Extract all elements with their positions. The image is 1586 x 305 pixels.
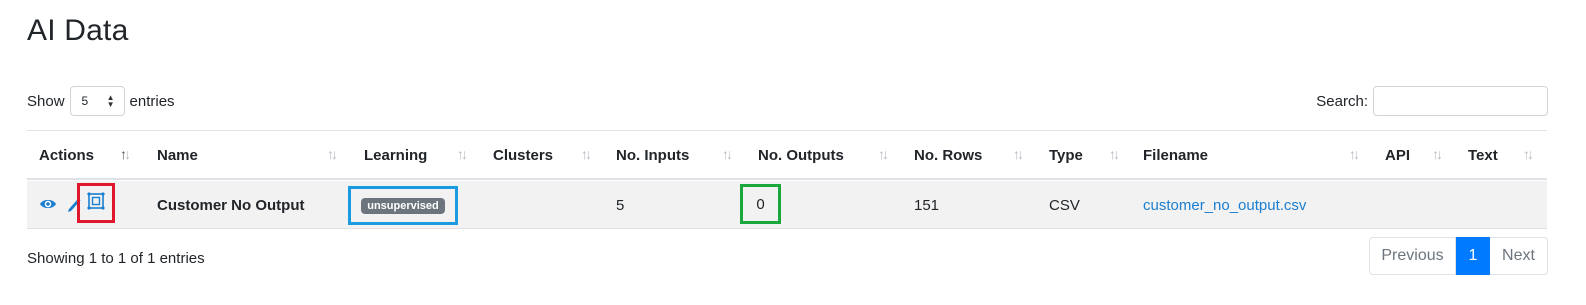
sort-icon[interactable]: ↑↓: [1523, 146, 1534, 162]
pagination: Previous 1 Next: [1369, 237, 1548, 275]
select-arrows-icon: ▲ ▼: [106, 93, 115, 109]
sort-icon[interactable]: ↑↓: [1109, 146, 1120, 162]
table-info: Showing 1 to 1 of 1 entries: [27, 250, 205, 267]
sort-icon[interactable]: ↑↓: [1013, 146, 1024, 162]
cell-rows: 151: [914, 196, 940, 214]
filename-link[interactable]: customer_no_output.csv: [1143, 181, 1306, 229]
column-header-learning[interactable]: Learning: [364, 131, 427, 179]
page-1-button[interactable]: 1: [1456, 237, 1490, 275]
table-header: Actions ↑↓ Name ↑↓ Learning ↑↓ Clusters …: [27, 130, 1547, 180]
cell-outputs: 0: [756, 195, 765, 213]
entries-select-value: 5: [81, 94, 89, 108]
search-input[interactable]: [1373, 86, 1548, 116]
column-header-type[interactable]: Type: [1049, 131, 1083, 179]
sort-icon[interactable]: ↑↓: [878, 146, 889, 162]
next-button[interactable]: Next: [1490, 237, 1548, 275]
model-button[interactable]: [77, 183, 115, 223]
sort-icon[interactable]: ↑↓: [120, 146, 131, 162]
search-control: Search:: [1316, 86, 1548, 116]
column-header-name[interactable]: Name: [157, 131, 198, 179]
column-header-no-rows[interactable]: No. Rows: [914, 131, 982, 179]
eye-icon[interactable]: [39, 197, 57, 215]
column-header-no-outputs[interactable]: No. Outputs: [758, 131, 844, 179]
table-row: Customer No Output unsupervised 5 0 151 …: [27, 181, 1547, 229]
column-header-no-inputs[interactable]: No. Inputs: [616, 131, 689, 179]
entries-label: entries: [129, 92, 175, 110]
cell-name: Customer No Output: [157, 196, 305, 214]
column-header-filename[interactable]: Filename: [1143, 131, 1208, 179]
search-label: Search:: [1316, 92, 1368, 110]
outputs-highlight: 0: [740, 184, 781, 224]
page-title: AI Data: [27, 14, 129, 47]
sort-icon[interactable]: ↑↓: [722, 146, 733, 162]
entries-select[interactable]: 5 ▲ ▼: [69, 86, 125, 116]
sort-icon[interactable]: ↑↓: [327, 146, 338, 162]
column-header-clusters[interactable]: Clusters: [493, 131, 553, 179]
column-header-actions[interactable]: Actions: [39, 131, 94, 179]
model-icon: [87, 192, 105, 214]
learning-badge: unsupervised: [361, 197, 445, 214]
sort-icon[interactable]: ↑↓: [1432, 146, 1443, 162]
cell-type: CSV: [1049, 196, 1080, 214]
column-header-text[interactable]: Text: [1468, 131, 1498, 179]
learning-highlight: unsupervised: [348, 186, 458, 225]
sort-icon[interactable]: ↑↓: [457, 146, 468, 162]
column-header-api[interactable]: API: [1385, 131, 1410, 179]
cell-inputs: 5: [616, 196, 625, 214]
sort-icon[interactable]: ↑↓: [581, 146, 592, 162]
entries-length-control: Show 5 ▲ ▼ entries: [27, 86, 175, 116]
sort-icon[interactable]: ↑↓: [1349, 146, 1360, 162]
previous-button[interactable]: Previous: [1369, 237, 1456, 275]
show-label: Show: [27, 92, 65, 110]
